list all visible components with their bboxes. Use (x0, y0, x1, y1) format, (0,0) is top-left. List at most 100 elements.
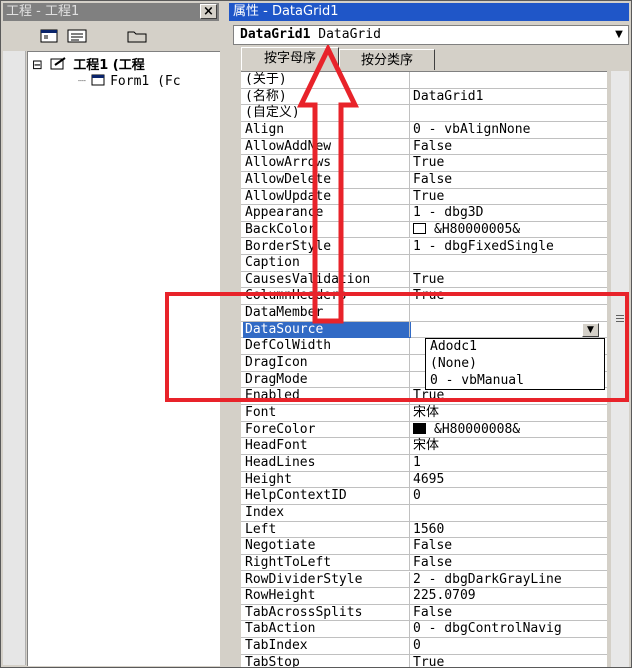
property-name: HeadFont (245, 438, 308, 454)
project-explorer-scrollbar[interactable] (3, 51, 26, 665)
property-name: RightToLeft (245, 554, 332, 570)
folder-icon (127, 31, 147, 43)
property-row[interactable]: AllowDelete False (241, 171, 607, 189)
property-row[interactable]: Height 4695 (241, 471, 607, 489)
property-row[interactable]: RightToLeft False (241, 554, 607, 572)
property-name: Negotiate (245, 538, 316, 554)
object-selector[interactable]: DataGrid1 DataGrid ▼ (233, 25, 629, 45)
property-name: (名称) (245, 88, 287, 104)
property-row[interactable]: TabAction 0 - dbgControlNavig (241, 621, 607, 639)
annotation-highlight-box (165, 292, 629, 402)
property-name: Caption (245, 255, 300, 271)
property-value[interactable]: False (413, 172, 452, 188)
tree-root-label: 工程1 (工程 (73, 58, 145, 73)
property-row[interactable]: AllowUpdate True (241, 188, 607, 206)
property-name: TabStop (245, 654, 300, 668)
object-selector-chevron-down-icon[interactable]: ▼ (611, 27, 627, 43)
property-value[interactable]: &H80000008& (413, 422, 520, 438)
property-row[interactable]: TabIndex 0 (241, 638, 607, 655)
property-row[interactable]: HelpContextID 0 (241, 488, 607, 505)
property-row[interactable]: CausesValidation True (241, 271, 607, 289)
property-value[interactable]: False (413, 139, 452, 155)
property-value[interactable]: False (413, 605, 452, 621)
property-row[interactable]: RowDividerStyle 2 - dbgDarkGrayLine (241, 571, 607, 589)
tree-root-row[interactable]: ⊟ 工程1 (工程 (32, 57, 145, 74)
property-name: HeadLines (245, 454, 316, 470)
project-explorer-titlebar: 工程 - 工程1 × (3, 3, 219, 21)
property-row[interactable]: HeadLines 1 (241, 454, 607, 472)
property-name: (关于) (245, 72, 287, 87)
property-row[interactable]: TabAcrossSplits False (241, 604, 607, 622)
property-value[interactable]: True (413, 655, 444, 667)
property-row[interactable]: Caption (241, 255, 607, 272)
property-value[interactable]: 1 - dbg3D (413, 205, 483, 221)
property-row[interactable]: Appearance 1 - dbg3D (241, 205, 607, 222)
property-name: Index (245, 504, 285, 520)
property-row[interactable]: Font 宋体 (241, 405, 607, 422)
property-row[interactable]: TabStop True (241, 654, 607, 668)
object-type: DataGrid (318, 27, 381, 42)
property-value[interactable]: 宋体 (413, 438, 439, 454)
view-object-button[interactable] (65, 26, 89, 46)
property-value[interactable]: 1 - dbgFixedSingle (413, 239, 554, 255)
properties-titlebar: 属性 - DataGrid1 (229, 3, 629, 21)
property-row[interactable]: Index (241, 504, 607, 522)
property-value[interactable]: 225.0709 (413, 588, 476, 604)
project-explorer-toolbar (3, 23, 219, 49)
view-object-icon (67, 29, 87, 43)
property-row[interactable]: (名称) DataGrid1 (241, 88, 607, 106)
property-value[interactable]: 4695 (413, 472, 444, 488)
property-name: TabAcrossSplits (245, 604, 363, 620)
property-value[interactable]: False (413, 538, 452, 554)
object-name: DataGrid1 (240, 27, 311, 42)
property-value[interactable]: True (413, 155, 444, 171)
properties-title: 属性 - DataGrid1 (233, 4, 339, 19)
view-code-icon (40, 29, 58, 43)
project-icon (50, 57, 66, 70)
property-row[interactable]: BackColor &H80000005& (241, 221, 607, 239)
property-name: ForeColor (245, 421, 316, 437)
form-icon (91, 74, 105, 86)
property-row[interactable]: AllowAddNew False (241, 138, 607, 156)
property-value[interactable]: 0 (413, 488, 421, 504)
property-row[interactable]: AllowArrows True (241, 155, 607, 172)
tree-expander-icon[interactable]: ⊟ (32, 58, 43, 73)
property-value[interactable]: True (413, 272, 444, 288)
property-row[interactable]: HeadFont 宋体 (241, 438, 607, 455)
property-row[interactable]: BorderStyle 1 - dbgFixedSingle (241, 238, 607, 256)
tree-form-label: Form1 (Fc (110, 74, 181, 89)
property-row[interactable]: Negotiate False (241, 538, 607, 555)
property-name: Left (245, 521, 277, 537)
property-name: (自定义) (245, 105, 300, 121)
property-value[interactable]: &H80000005& (413, 222, 520, 238)
property-value[interactable]: False (413, 555, 452, 571)
property-row[interactable]: ForeColor &H80000008& (241, 421, 607, 439)
property-value[interactable]: 0 - vbAlignNone (413, 122, 530, 138)
view-code-button[interactable] (37, 26, 61, 46)
property-name: Align (245, 121, 285, 137)
property-name: TabIndex (245, 638, 308, 654)
property-name: RowDividerStyle (245, 571, 363, 587)
property-value[interactable]: True (413, 189, 444, 205)
tree-form-row[interactable]: ┈ Form1 (Fc (78, 74, 181, 90)
property-value[interactable]: 2 - dbgDarkGrayLine (413, 572, 562, 588)
properties-tabs: 按字母序 按分类序 (233, 47, 629, 71)
annotation-up-arrow (297, 45, 359, 324)
property-value[interactable]: 1560 (413, 522, 444, 538)
property-value[interactable]: 1 (413, 455, 421, 471)
color-swatch (413, 222, 426, 234)
property-row[interactable]: Left 1560 (241, 521, 607, 539)
property-row[interactable]: Align 0 - vbAlignNone (241, 121, 607, 139)
property-value[interactable]: 宋体 (413, 405, 439, 421)
property-row[interactable]: RowHeight 225.0709 (241, 588, 607, 605)
property-row[interactable]: (关于) (241, 72, 607, 89)
project-explorer-title: 工程 - 工程1 (6, 4, 80, 19)
property-value[interactable]: 0 (413, 638, 421, 654)
toggle-folders-button[interactable] (125, 26, 149, 46)
property-value[interactable]: DataGrid1 (413, 89, 483, 105)
property-row[interactable]: (自定义) (241, 105, 607, 122)
project-explorer-close-button[interactable]: × (200, 4, 217, 19)
property-name: Height (245, 471, 292, 487)
property-value[interactable]: 0 - dbgControlNavig (413, 621, 562, 637)
color-swatch (413, 422, 426, 434)
